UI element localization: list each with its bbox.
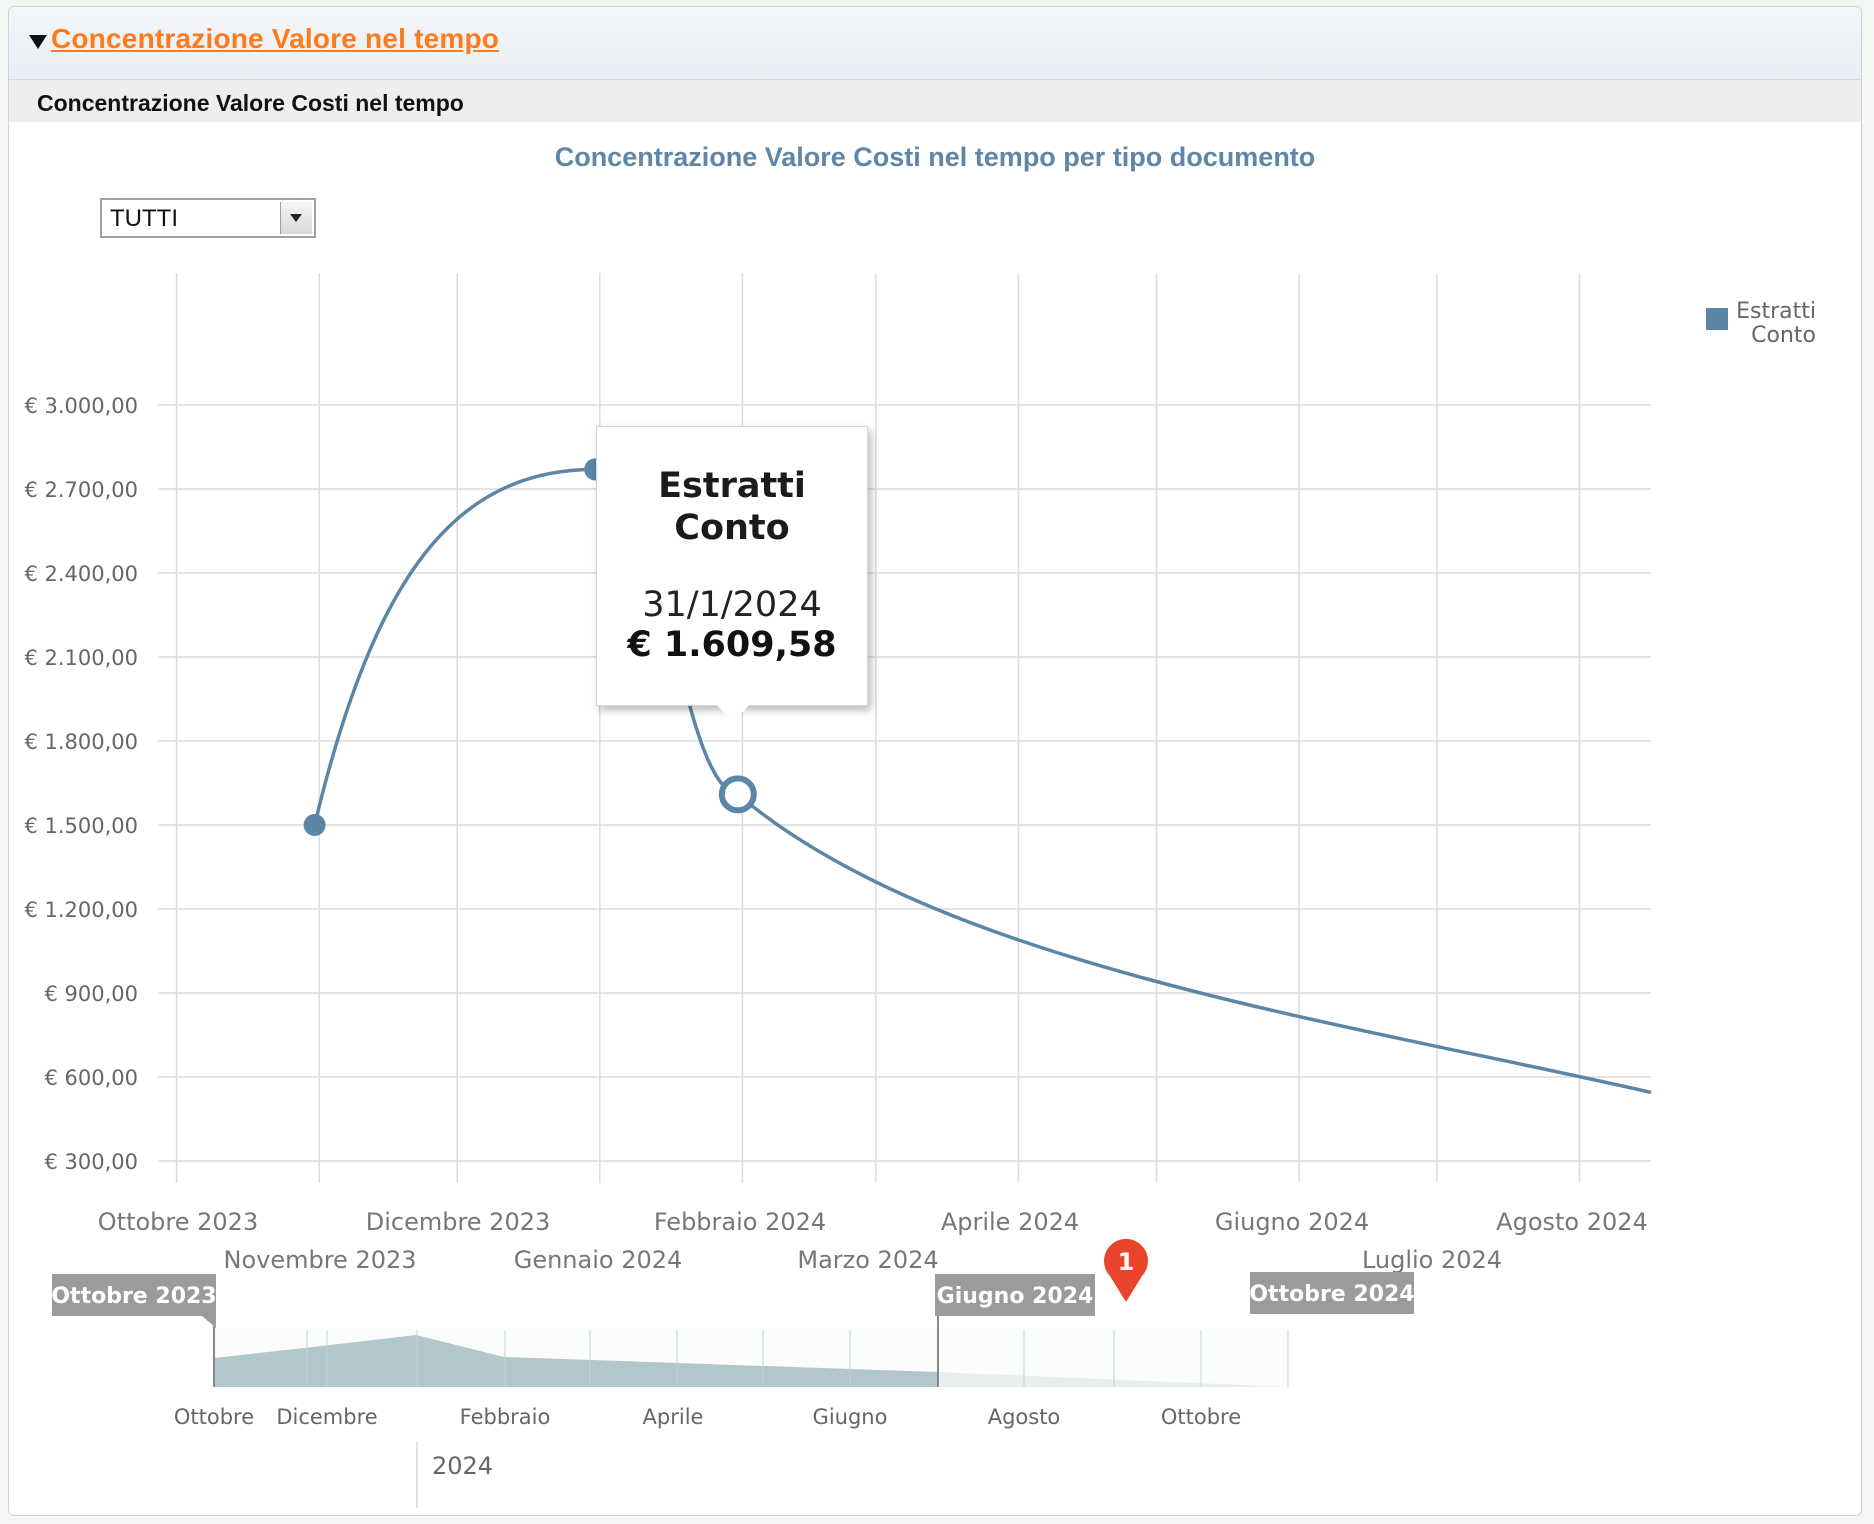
x-tick-label: Ottobre 2023 [98, 1208, 258, 1236]
line-chart: € 300,00 € 600,00 € 900,00 € 1.200,00 € 1.50… [24, 273, 1816, 1508]
navigator-month-label: Giugno [813, 1405, 888, 1429]
y-tick-label: € 1.500,00 [24, 814, 138, 838]
x-tick-label: Marzo 2024 [797, 1246, 938, 1274]
navigator-month-label: Dicembre [276, 1405, 377, 1429]
y-tick-label: € 300,00 [44, 1150, 138, 1174]
annotation-marker-1-label: 1 [1118, 1248, 1135, 1276]
x-tick-label: Aprile 2024 [941, 1208, 1079, 1236]
navigator-month-label: Febbraio [460, 1405, 551, 1429]
navigator-month-label: Aprile [643, 1405, 704, 1429]
legend-label: Estratti [1736, 299, 1816, 324]
x-tick-label: Novembre 2023 [223, 1246, 416, 1274]
legend-swatch[interactable] [1706, 308, 1728, 330]
x-tick-label: Febbraio 2024 [654, 1208, 826, 1236]
x-tick-label: Dicembre 2023 [366, 1208, 551, 1236]
navigator-flag-start-tail [202, 1316, 216, 1328]
y-tick-label: € 1.200,00 [24, 898, 138, 922]
x-tick-label: Gennaio 2024 [514, 1246, 683, 1274]
x-tick-label: Giugno 2024 [1215, 1208, 1369, 1236]
navigator-month-label: Ottobre [1161, 1405, 1241, 1429]
navigator-flag-selection-end-label: Giugno 2024 [937, 1284, 1094, 1309]
y-tick-label: € 600,00 [44, 1066, 138, 1090]
tooltip-date: 31/1/2024 [642, 585, 822, 625]
navigator-flag-range-end[interactable]: Ottobre 2024 [1249, 1272, 1415, 1326]
tooltip: Estratti Conto 31/1/2024 € 1.609,58 [596, 426, 868, 723]
x-tick-label: Luglio 2024 [1362, 1246, 1502, 1274]
navigator-month-label: Ottobre [174, 1405, 254, 1429]
x-tick-label: Agosto 2024 [1496, 1208, 1648, 1236]
tooltip-series: Estratti Conto [658, 466, 806, 548]
navigator-flag-start[interactable]: Ottobre 2023 [51, 1274, 217, 1328]
series-line-estratti-conto [312, 467, 1652, 1095]
y-tick-label: € 2.100,00 [24, 646, 138, 670]
navigator-flag-selection-end[interactable]: Giugno 2024 [935, 1274, 1095, 1328]
data-point[interactable] [303, 814, 326, 836]
legend-label: Conto [1751, 323, 1816, 348]
y-tick-label: € 2.700,00 [24, 478, 138, 502]
navigator-year-label: 2024 [432, 1452, 493, 1480]
y-tick-label: € 1.800,00 [24, 730, 138, 754]
navigator-month-label: Agosto [988, 1405, 1061, 1429]
data-point-hovered[interactable] [718, 775, 757, 814]
y-tick-label: € 900,00 [44, 982, 138, 1006]
y-tick-label: € 3.000,00 [24, 394, 138, 418]
tooltip-value: € 1.609,58 [627, 625, 837, 665]
annotation-marker-1[interactable]: 1 [1104, 1238, 1149, 1302]
navigator-flag-range-end-label: Ottobre 2024 [1249, 1282, 1414, 1307]
navigator-flag-start-label: Ottobre 2023 [51, 1284, 216, 1309]
y-tick-label: € 2.400,00 [24, 562, 138, 586]
